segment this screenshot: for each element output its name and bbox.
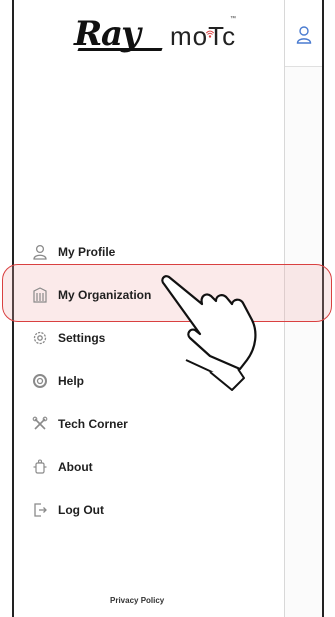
menu-label: My Organization	[58, 288, 152, 302]
gear-icon	[33, 331, 47, 345]
building-icon	[33, 287, 47, 303]
tools-icon	[32, 416, 48, 430]
privacy-policy-link[interactable]: Privacy Policy	[110, 596, 164, 605]
logo-underline	[77, 48, 163, 51]
user-icon[interactable]	[296, 26, 312, 44]
menu-item-about[interactable]: About	[32, 455, 262, 479]
menu-label: Settings	[58, 331, 106, 345]
user-icon	[33, 244, 47, 260]
logout-icon	[34, 503, 47, 517]
menu-label: About	[58, 460, 93, 474]
logo-mote-text: moTc	[170, 21, 237, 51]
menu-label: Tech Corner	[58, 417, 128, 431]
menu-item-log-out[interactable]: Log Out	[32, 498, 262, 522]
trademark-symbol: ™	[230, 16, 236, 22]
pointing-hand-icon	[161, 275, 257, 391]
menu-label: My Profile	[58, 245, 116, 259]
lifebuoy-icon	[33, 374, 47, 388]
menu-item-my-profile[interactable]: My Profile	[32, 240, 262, 264]
menu-item-tech-corner[interactable]: Tech Corner	[32, 412, 262, 436]
raymote-logo: Ray moTc ™	[74, 16, 254, 56]
menu-label: Log Out	[58, 503, 104, 517]
logo-ray-text: Ray	[74, 14, 141, 54]
menu-label: Help	[58, 374, 85, 388]
wifi-icon	[206, 30, 214, 38]
about-icon	[33, 459, 47, 474]
